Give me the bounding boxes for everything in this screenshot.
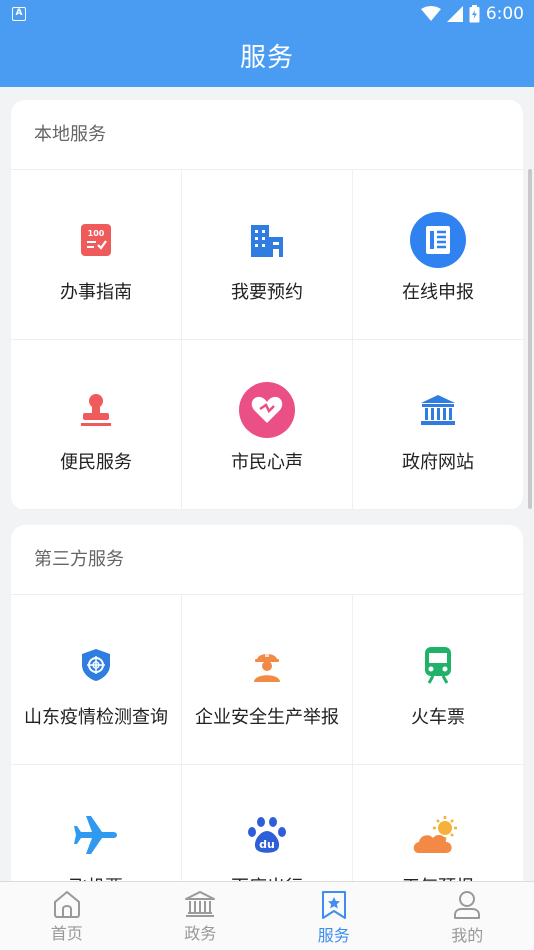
section-title: 本地服务 bbox=[11, 100, 523, 170]
bookmark-star-icon bbox=[321, 891, 346, 919]
train-icon bbox=[408, 635, 468, 695]
tab-label: 我的 bbox=[451, 926, 484, 945]
svg-text:100: 100 bbox=[88, 229, 105, 238]
service-label: 飞机票 bbox=[69, 873, 123, 881]
service-item-gov-website[interactable]: 政府网站 bbox=[353, 340, 523, 510]
service-label: 百度出行 bbox=[231, 873, 303, 881]
tab-label: 首页 bbox=[50, 924, 83, 943]
service-item-guide[interactable]: 100 办事指南 bbox=[11, 170, 182, 340]
section-title: 第三方服务 bbox=[11, 525, 523, 595]
status-time: 6:00 bbox=[485, 4, 524, 24]
signal-icon bbox=[446, 6, 463, 22]
service-item-convenience[interactable]: 便民服务 bbox=[11, 340, 182, 510]
service-label: 山东疫情检测查询 bbox=[24, 707, 168, 728]
service-label: 办事指南 bbox=[60, 282, 132, 303]
online-report-icon bbox=[408, 210, 468, 270]
service-label: 在线申报 bbox=[402, 282, 474, 303]
service-item-baidu-travel[interactable]: du 百度出行 bbox=[182, 765, 353, 881]
service-label: 火车票 bbox=[411, 707, 465, 728]
svg-text:du: du bbox=[259, 838, 275, 851]
weather-icon bbox=[408, 805, 468, 865]
service-item-flight-ticket[interactable]: 飞机票 bbox=[11, 765, 182, 881]
service-item-safety-report[interactable]: 企业安全生产举报 bbox=[182, 595, 353, 765]
services-scroll-area[interactable]: 本地服务 100 办事指南 我要预约 在线申报 便民服务 市民心声 政府网站 第… bbox=[0, 87, 534, 881]
bank-icon bbox=[185, 891, 216, 917]
service-item-online-report[interactable]: 在线申报 bbox=[353, 170, 523, 340]
third-party-services-card: 第三方服务 山东疫情检测查询 企业安全生产举报 火车票 du bbox=[11, 525, 523, 881]
service-label: 天气预报 bbox=[402, 873, 474, 881]
heart-icon bbox=[237, 380, 297, 440]
user-icon bbox=[454, 891, 481, 919]
service-label: 企业安全生产举报 bbox=[195, 707, 339, 728]
service-item-train-ticket[interactable]: 火车票 bbox=[353, 595, 523, 765]
service-label: 我要预约 bbox=[231, 282, 303, 303]
tab-profile[interactable]: 我的 bbox=[401, 882, 534, 950]
local-services-card: 本地服务 100 办事指南 我要预约 在线申报 便民服务 市民心声 政府网站 bbox=[11, 100, 523, 510]
service-item-epidemic-query[interactable]: 山东疫情检测查询 bbox=[11, 595, 182, 765]
service-item-weather[interactable]: 天气预报 bbox=[353, 765, 523, 881]
government-building-icon bbox=[408, 380, 468, 440]
scrollbar[interactable] bbox=[528, 169, 532, 509]
app-bar: 服务 bbox=[0, 30, 534, 87]
shield-icon bbox=[66, 635, 126, 695]
tab-government[interactable]: 政务 bbox=[134, 882, 268, 950]
tab-services[interactable]: 服务 bbox=[267, 882, 401, 950]
guide-doc-icon: 100 bbox=[66, 210, 126, 270]
tab-label: 服务 bbox=[317, 926, 350, 945]
status-bar: A 6:00 bbox=[0, 0, 534, 30]
service-label: 市民心声 bbox=[231, 452, 303, 473]
worker-helmet-icon bbox=[237, 635, 297, 695]
building-icon bbox=[237, 210, 297, 270]
battery-icon bbox=[469, 5, 480, 23]
notification-a-icon: A bbox=[12, 7, 26, 21]
home-icon bbox=[53, 890, 80, 918]
tab-home[interactable]: 首页 bbox=[0, 882, 134, 950]
baidu-paw-icon: du bbox=[237, 805, 297, 865]
tab-label: 政务 bbox=[184, 924, 217, 943]
page-title: 服务 bbox=[239, 43, 294, 73]
service-item-appointment[interactable]: 我要预约 bbox=[182, 170, 353, 340]
service-label: 便民服务 bbox=[60, 452, 132, 473]
bottom-tab-bar: 首页 政务 服务 我的 bbox=[0, 881, 534, 950]
airplane-icon bbox=[66, 805, 126, 865]
wifi-icon bbox=[420, 6, 441, 21]
service-item-citizen-voice[interactable]: 市民心声 bbox=[182, 340, 353, 510]
stamp-icon bbox=[66, 380, 126, 440]
status-icons: 6:00 bbox=[420, 4, 524, 24]
service-label: 政府网站 bbox=[402, 452, 474, 473]
